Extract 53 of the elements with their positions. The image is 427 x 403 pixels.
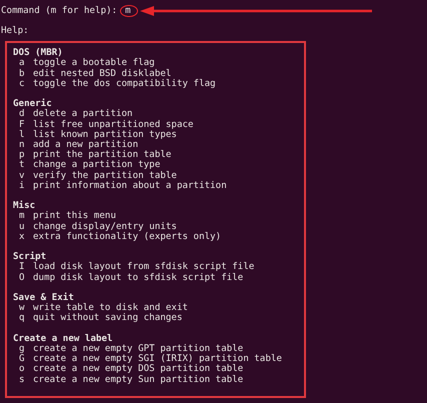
typed-command: m [120,5,138,17]
command-description: create a new empty Sun partition table [33,374,244,385]
command-key: o [13,364,33,375]
section-heading: Generic [13,99,52,110]
command-description: dump disk layout to sfdisk script file [33,272,244,283]
help-label: Help: [1,26,30,36]
command-key: n [13,140,33,150]
command-key: G [13,354,33,364]
command-key: g [13,344,33,354]
command-description: verify the partition table [33,170,177,181]
command-description: toggle a bootable flag [33,58,155,69]
command-prompt: Command (m for help): [1,6,118,16]
command-key: q [13,313,33,324]
command-key: I [13,262,33,273]
command-key: u [13,222,33,232]
command-key: m [13,211,33,222]
command-description: add a new partition [33,140,138,150]
command-key: v [13,170,33,181]
command-description: create a new empty SGI (IRIX) partition table [33,354,282,364]
command-key: O [13,272,33,283]
command-description: change a partition type [33,160,160,171]
command-key: l [13,130,33,140]
command-description: load disk layout from sfdisk script file [33,262,254,273]
command-description: print information about a partition [33,180,227,192]
command-description: create a new empty GPT partition table [33,344,244,354]
command-description: quit without saving changes [33,313,182,324]
command-description: print the partition table [33,150,172,160]
command-key: x [13,232,33,242]
command-description: write table to disk and exit [33,303,188,314]
command-key: w [13,303,33,314]
section-heading: DOS (MBR) [13,48,63,58]
command-description: list free unpartitioned space [33,120,194,130]
command-key: a [13,58,33,69]
command-description: extra functionality (experts only) [33,232,222,242]
command-key: c [13,78,33,90]
command-description: toggle the dos compatibility flag [33,78,216,90]
command-key: d [13,109,33,120]
command-description: create a new empty DOS partition table [33,364,244,375]
section-heading: Misc [13,201,36,212]
section-heading: Script [13,252,46,262]
command-description: print this menu [33,211,116,222]
command-key: p [13,150,33,160]
command-description: edit nested BSD disklabel [33,68,172,79]
command-description: delete a partition [33,109,133,120]
command-key: s [13,374,33,385]
section-heading: Create a new label [13,334,114,344]
command-key: t [13,160,33,171]
command-description: change display/entry units [33,222,177,232]
command-key: i [13,180,33,192]
command-description: list known partition types [33,130,177,140]
command-key: F [13,120,33,130]
command-key: b [13,68,33,79]
section-heading: Save & Exit [13,293,74,304]
